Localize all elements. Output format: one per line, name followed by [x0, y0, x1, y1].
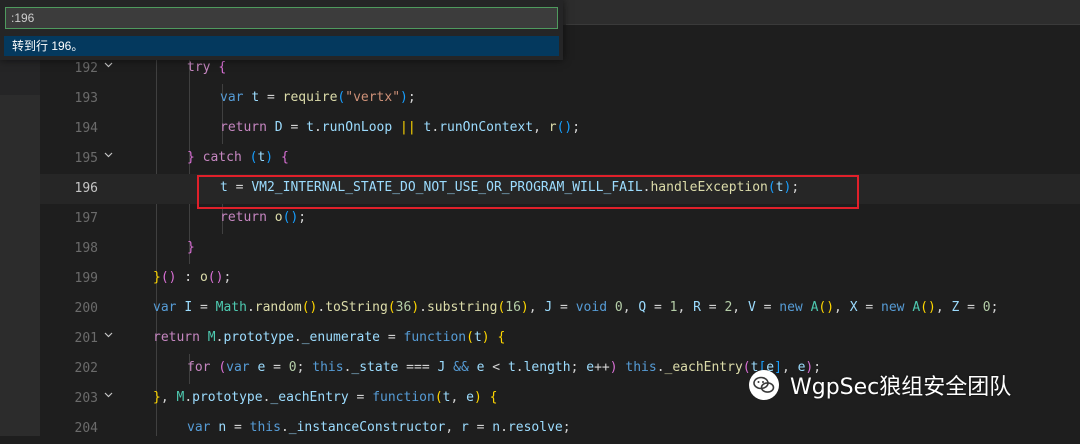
chevron-down-icon[interactable] [103, 329, 115, 341]
line-number: 196 [74, 181, 98, 196]
line-number: 200 [74, 301, 98, 316]
chevron-down-icon[interactable] [103, 59, 115, 71]
code-text: } catch (t) { [187, 150, 289, 165]
code-text: var I = Math.random().toString(36).subst… [153, 300, 999, 315]
code-text: }, M.prototype._eachEntry = function(t, … [153, 390, 498, 405]
line-number: 197 [74, 211, 98, 226]
code-line-194[interactable]: 194 return D = t.runOnLoop || t.runOnCon… [40, 114, 1080, 144]
code-text: for (var e = 0; this._state === J && e <… [187, 360, 822, 375]
line-number: 203 [74, 391, 98, 406]
highlight-annotation-box [197, 175, 859, 209]
code-line-195[interactable]: 195 } catch (t) { [40, 144, 1080, 174]
code-line-193[interactable]: 193 var t = require("vertx"); [40, 84, 1080, 114]
line-number: 195 [74, 151, 98, 166]
line-number: 192 [74, 61, 98, 76]
code-line-198[interactable]: 198 } [40, 234, 1080, 264]
line-number: 204 [74, 421, 98, 436]
code-text: try { [187, 60, 227, 75]
code-line-199[interactable]: 199 }() : o(); [40, 264, 1080, 294]
line-number: 202 [74, 361, 98, 376]
code-text: var n = this._instanceConstructor, r = n… [187, 420, 571, 435]
code-text: return o(); [220, 210, 307, 225]
code-text: return D = t.runOnLoop || t.runOnContext… [220, 120, 581, 135]
code-text: return M.prototype._enumerate = function… [153, 330, 506, 345]
code-line-200[interactable]: 200 var I = Math.random().toString(36).s… [40, 294, 1080, 324]
line-number: 199 [74, 271, 98, 286]
line-number: 194 [74, 121, 98, 136]
goto-line-input[interactable]: :196 [5, 7, 558, 29]
line-number: 193 [74, 91, 98, 106]
code-text: }() : o(); [153, 270, 232, 285]
goto-line-result[interactable]: 转到行 196。 [4, 36, 559, 56]
chevron-down-icon[interactable] [103, 149, 115, 161]
line-number: 201 [74, 331, 98, 346]
code-text: } [187, 240, 195, 255]
watermark: WgpSec狼组安全团队 [748, 363, 1011, 407]
code-line-201[interactable]: 201 return M.prototype._enumerate = func… [40, 324, 1080, 354]
code-line-204[interactable]: 204 var n = this._instanceConstructor, r… [40, 414, 1080, 444]
line-number: 198 [74, 241, 98, 256]
code-text: var t = require("vertx"); [220, 90, 416, 105]
watermark-text: WgpSec狼组安全团队 [790, 375, 1012, 400]
quick-open-widget: :196 转到行 196。 [0, 0, 563, 60]
wechat-icon [749, 370, 779, 400]
chevron-down-icon[interactable] [103, 389, 115, 401]
